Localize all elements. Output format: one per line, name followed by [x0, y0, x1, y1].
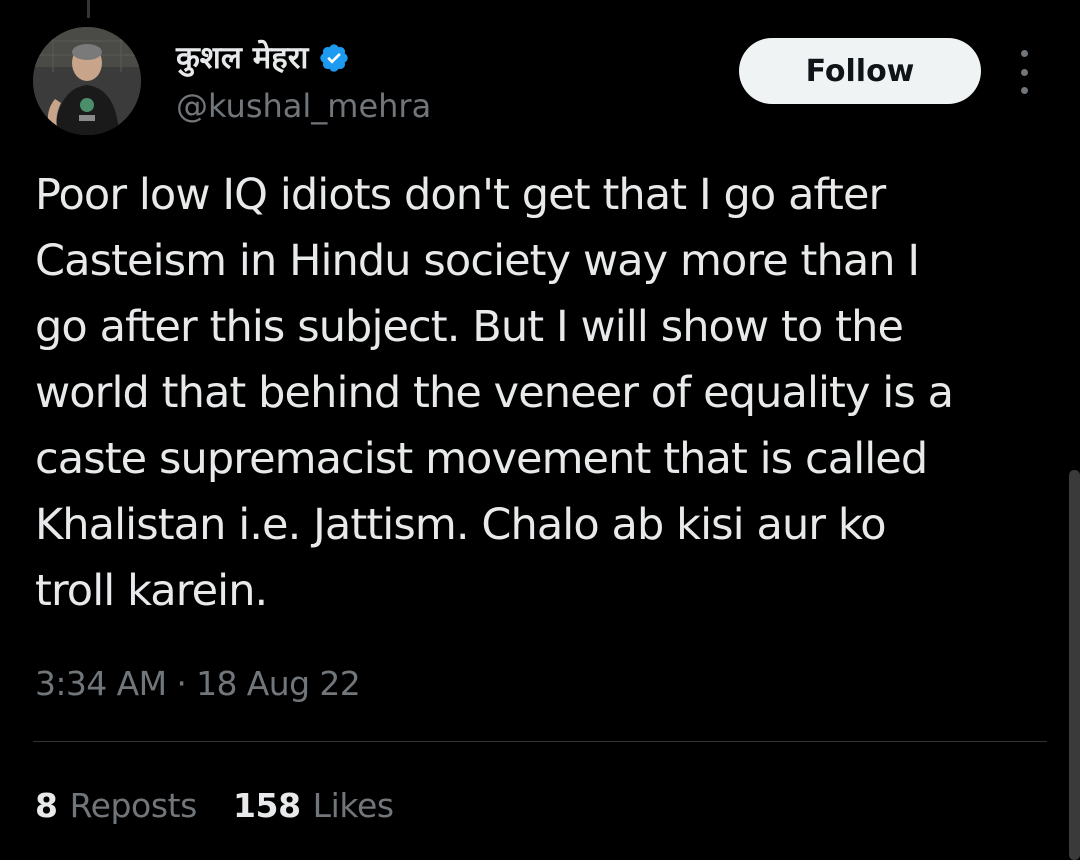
tweet-text-line: troll karein.	[35, 566, 268, 616]
tweet-text-line: go after this subject. But I will show t…	[35, 302, 904, 352]
avatar-photo	[33, 27, 141, 135]
verified-badge-icon	[318, 42, 350, 74]
author-handle[interactable]: @kushal_mehra	[176, 86, 431, 126]
tweet-text-line: world that behind the veneer of equality…	[35, 368, 954, 418]
thread-connector-line	[87, 0, 90, 18]
more-dot	[1020, 87, 1028, 94]
reposts-label: Reposts	[69, 786, 198, 825]
avatar[interactable]	[33, 27, 141, 135]
likes-label: Likes	[312, 786, 394, 825]
tweet-timestamp[interactable]: 3:34 AM · 18 Aug 22	[35, 660, 361, 708]
scrollbar[interactable]	[1069, 470, 1080, 860]
more-vertical-icon[interactable]	[1008, 50, 1040, 94]
tweet-text-line: Poor low IQ idiots don't get that I go a…	[35, 170, 886, 220]
author-name-row: कुशल मेहरा	[176, 36, 431, 80]
tweet-text-line: Casteism in Hindu society way more than …	[35, 236, 920, 286]
likes-stat[interactable]: 158 Likes	[233, 782, 394, 830]
reposts-stat[interactable]: 8 Reposts	[35, 782, 197, 830]
tweet-text-line: Khalistan i.e. Jattism. Chalo ab kisi au…	[35, 500, 887, 550]
more-dot	[1020, 68, 1028, 76]
author-display-name[interactable]: कुशल मेहरा	[176, 36, 308, 80]
author-block: कुशल मेहरा @kushal_mehra	[176, 36, 431, 126]
more-dot	[1020, 50, 1028, 57]
engagement-stats: 8 Reposts 158 Likes	[35, 782, 394, 830]
follow-button[interactable]: Follow	[739, 38, 981, 104]
tweet-text: Poor low IQ idiots don't get that I go a…	[35, 162, 1050, 624]
tweet-text-line: caste supremacist movement that is calle…	[35, 434, 928, 484]
reposts-count: 8	[35, 786, 58, 825]
likes-count: 158	[232, 786, 301, 825]
divider	[33, 741, 1047, 742]
